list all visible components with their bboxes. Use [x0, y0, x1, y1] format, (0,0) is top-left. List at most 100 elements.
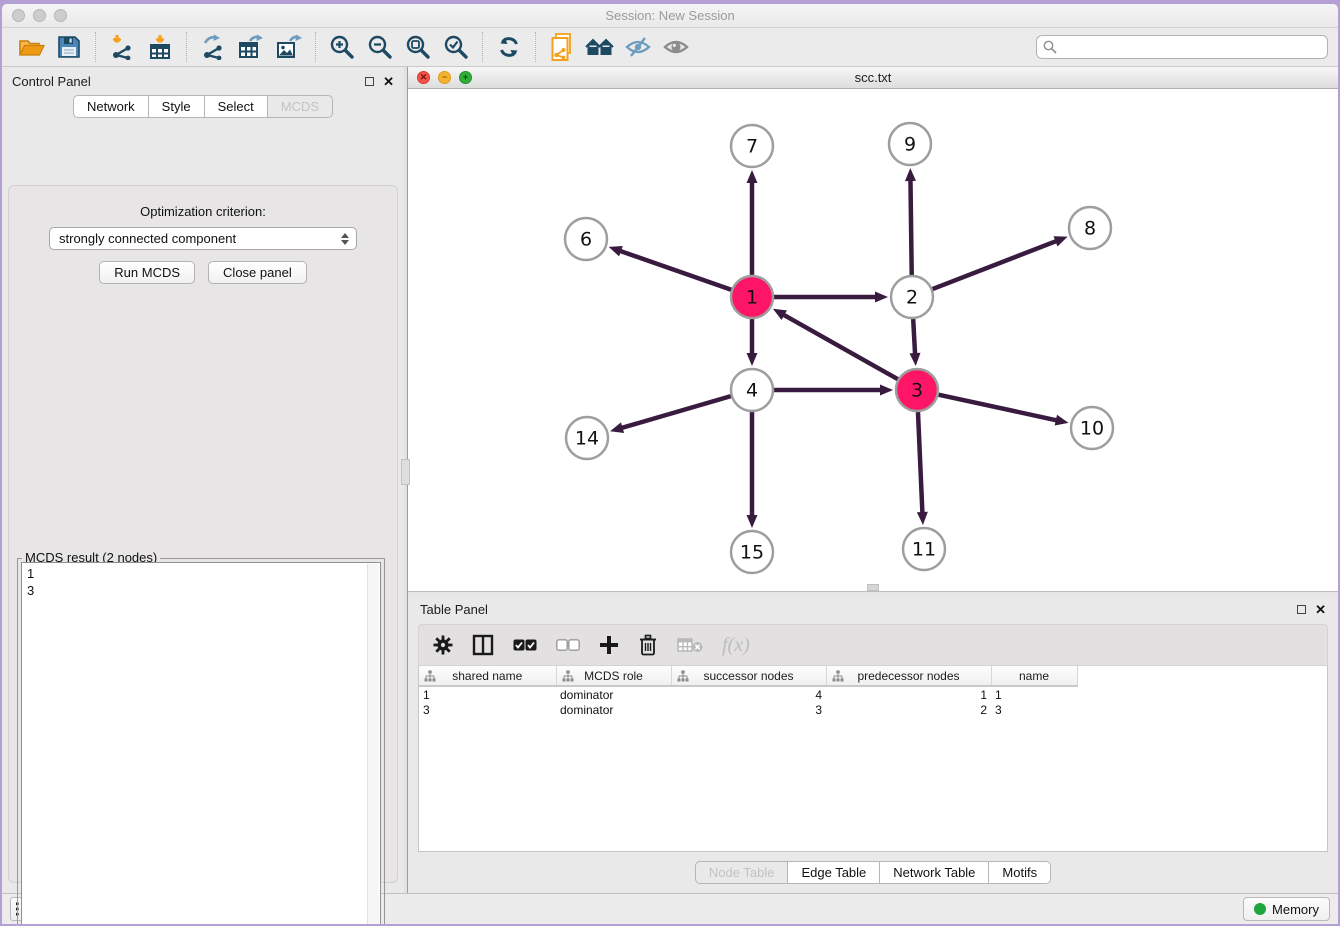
zoom-fit-button[interactable] — [402, 32, 434, 62]
hierarchy-icon — [562, 670, 574, 685]
open-session-button[interactable] — [15, 32, 47, 62]
table-cell[interactable]: 3 — [671, 702, 826, 718]
check-all-icon — [513, 639, 537, 651]
search-icon — [1043, 40, 1057, 54]
hierarchy-icon — [832, 670, 844, 685]
column-header-successor-nodes[interactable]: successor nodes — [671, 666, 826, 686]
table-cell[interactable]: dominator — [556, 686, 671, 702]
float-panel-icon[interactable] — [1297, 605, 1306, 614]
table-cell[interactable]: 1 — [826, 686, 991, 702]
graph-edge-2-9[interactable] — [910, 178, 911, 275]
network-canvas[interactable]: 1234678910111415 — [408, 89, 1338, 591]
delete-table-button[interactable] — [677, 637, 703, 653]
export-image-button[interactable] — [273, 32, 305, 62]
graph-edge-3-1[interactable] — [782, 314, 898, 380]
graph-edge-arrowhead — [917, 512, 928, 525]
column-header-name[interactable]: name — [991, 666, 1077, 686]
close-panel-icon[interactable]: ✕ — [383, 77, 394, 86]
scrollbar[interactable] — [367, 564, 379, 924]
control-panel-tabs: Network Style Select MCDS — [2, 95, 404, 118]
tab-select[interactable]: Select — [204, 95, 268, 118]
table-options-button[interactable] — [433, 635, 453, 655]
table-cell[interactable]: 4 — [671, 686, 826, 702]
graph-node-label: 6 — [580, 229, 592, 251]
tab-edge-table[interactable]: Edge Table — [787, 861, 880, 884]
tab-mcds[interactable]: MCDS — [267, 95, 333, 118]
close-panel-button[interactable]: Close panel — [208, 261, 307, 284]
table-cell[interactable]: 2 — [826, 702, 991, 718]
apply-function-button[interactable]: f(x) — [722, 634, 750, 657]
close-view-button[interactable]: ✕ — [417, 71, 430, 84]
table-cell[interactable]: dominator — [556, 702, 671, 718]
memory-button[interactable]: Memory — [1243, 897, 1330, 921]
toolbar-separator — [535, 32, 536, 62]
save-session-button[interactable] — [53, 32, 85, 62]
tab-node-table[interactable]: Node Table — [695, 861, 789, 884]
float-panel-icon[interactable] — [365, 77, 374, 86]
refresh-button[interactable] — [493, 32, 525, 62]
graph-edge-2-3[interactable] — [913, 319, 915, 356]
graph-edge-2-8[interactable] — [933, 240, 1059, 289]
splitter-handle[interactable] — [401, 459, 410, 485]
graph-edge-3-11[interactable] — [918, 412, 923, 515]
minimize-view-button[interactable]: − — [438, 71, 451, 84]
select-all-button[interactable] — [513, 639, 537, 651]
show-eye-icon — [662, 35, 690, 59]
window-title: Session: New Session — [2, 4, 1338, 28]
window-titlebar: Session: New Session — [2, 4, 1338, 28]
unselect-all-button[interactable] — [556, 639, 580, 651]
toolbar-separator — [95, 32, 96, 62]
zoom-in-button[interactable] — [326, 32, 358, 62]
table-cell[interactable]: 1 — [419, 686, 556, 702]
close-panel-icon[interactable]: ✕ — [1315, 605, 1326, 614]
graph-node-label: 15 — [740, 542, 764, 564]
table-cell[interactable]: 3 — [419, 702, 556, 718]
column-header-shared-name[interactable]: shared name — [419, 666, 556, 686]
graph-edge-1-6[interactable] — [618, 250, 731, 290]
zoom-window-button[interactable] — [54, 9, 67, 22]
delete-column-button[interactable] — [638, 634, 658, 656]
tab-network[interactable]: Network — [73, 95, 149, 118]
show-columns-button[interactable] — [472, 634, 494, 656]
import-network-icon — [109, 34, 135, 60]
new-network-from-file-button[interactable] — [546, 32, 578, 62]
zoom-out-button[interactable] — [364, 32, 396, 62]
zoom-fit-icon — [405, 34, 431, 60]
create-column-button[interactable] — [599, 635, 619, 655]
column-header-predecessor-nodes[interactable]: predecessor nodes — [826, 666, 991, 686]
memory-status-icon — [1254, 903, 1266, 915]
import-table-button[interactable] — [144, 32, 176, 62]
graph-edge-arrowhead — [875, 292, 888, 303]
export-image-icon — [276, 34, 302, 60]
close-window-button[interactable] — [12, 9, 25, 22]
graph-edge-3-10[interactable] — [938, 395, 1058, 421]
minimize-window-button[interactable] — [33, 9, 46, 22]
table-cell[interactable]: 1 — [991, 686, 1077, 702]
tab-style[interactable]: Style — [148, 95, 205, 118]
toolbar-separator — [186, 32, 187, 62]
export-table-button[interactable] — [235, 32, 267, 62]
home-icon — [585, 35, 615, 59]
trash-icon — [638, 634, 658, 656]
toolbar-separator — [482, 32, 483, 62]
home-button[interactable] — [584, 32, 616, 62]
table-cell[interactable]: 3 — [991, 702, 1077, 718]
import-network-button[interactable] — [106, 32, 138, 62]
mcds-result-text[interactable]: 1 3 — [21, 562, 381, 924]
maximize-view-button[interactable]: + — [459, 71, 472, 84]
table-row[interactable]: 1dominator411 — [419, 686, 1077, 702]
search-input[interactable] — [1036, 35, 1328, 59]
splitter-handle[interactable] — [867, 584, 879, 591]
tab-network-table[interactable]: Network Table — [879, 861, 989, 884]
column-header-MCDS-role[interactable]: MCDS role — [556, 666, 671, 686]
run-mcds-button[interactable]: Run MCDS — [99, 261, 195, 284]
table-row[interactable]: 3dominator323 — [419, 702, 1077, 718]
optimization-criterion-select[interactable]: strongly connected component — [49, 227, 357, 250]
zoom-selected-button[interactable] — [440, 32, 472, 62]
graph-edge-arrowhead — [880, 385, 893, 396]
graph-edge-4-14[interactable] — [620, 396, 731, 428]
hide-details-button[interactable] — [622, 32, 654, 62]
tab-motifs[interactable]: Motifs — [988, 861, 1051, 884]
export-network-button[interactable] — [197, 32, 229, 62]
show-details-button[interactable] — [660, 32, 692, 62]
